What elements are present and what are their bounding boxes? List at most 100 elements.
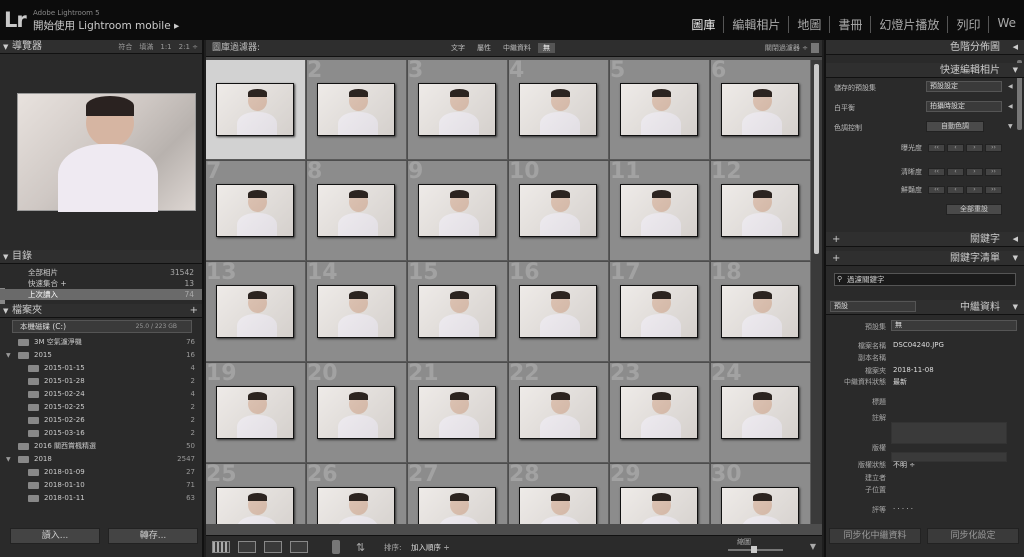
photo-thumbnail[interactable] <box>721 285 799 338</box>
module-map[interactable]: 地圖 <box>788 16 829 33</box>
folder-item[interactable]: 2015-01-28 2 <box>0 375 202 388</box>
metadata-field-value[interactable]: DSC04240.JPG <box>893 341 944 349</box>
thumbnail-cell[interactable]: 11 <box>610 161 710 261</box>
navigator-preview[interactable] <box>17 93 196 212</box>
filter-text[interactable]: 文字 <box>446 43 470 53</box>
folder-item[interactable]: 2016 關西賞楓精選 50 <box>0 440 202 453</box>
photo-thumbnail[interactable] <box>418 184 496 237</box>
photo-thumbnail[interactable] <box>216 386 294 439</box>
expand-triangle-icon[interactable]: ▼ <box>6 453 11 466</box>
photo-thumbnail[interactable] <box>519 285 597 338</box>
folder-item[interactable]: 3M 空氣濾淨機 76 <box>0 336 202 349</box>
photo-thumbnail[interactable] <box>317 386 395 439</box>
folder-item[interactable]: 2015-01-15 4 <box>0 362 202 375</box>
expand-triangle-icon[interactable]: ◀ <box>1008 83 1013 90</box>
histogram-header[interactable]: 色階分佈圖 ◀ <box>826 40 1024 55</box>
increase-large-button[interactable]: ›› <box>985 186 1002 194</box>
photo-thumbnail[interactable] <box>519 386 597 439</box>
thumbnail-cell[interactable]: 2 <box>307 60 407 160</box>
md-preset-dropdown[interactable]: 無 <box>891 320 1017 331</box>
lightroom-mobile-link[interactable]: 開始使用 Lightroom mobile ▸ <box>33 18 179 33</box>
decrease-button[interactable]: ‹ <box>947 168 964 176</box>
folders-header[interactable]: ▼ 檔案夾 + <box>0 304 202 318</box>
thumbnail-cell[interactable]: 7 <box>206 161 306 261</box>
navigator-header[interactable]: ▼ 導覽器 符合 填滿 1:1 2:1 ÷ <box>0 40 202 54</box>
photo-thumbnail[interactable] <box>721 83 799 136</box>
thumbnail-cell[interactable]: 23 <box>610 363 710 463</box>
thumbnail-cell[interactable]: 21 <box>408 363 508 463</box>
sort-dropdown[interactable]: 加入順序 ÷ <box>411 542 450 553</box>
sync-settings-button[interactable]: 同步化設定 <box>927 528 1019 544</box>
thumbnail-cell[interactable]: 14 <box>307 262 407 362</box>
add-keyword-icon[interactable]: + <box>832 232 840 247</box>
thumbnail-cell[interactable]: 19 <box>206 363 306 463</box>
photo-thumbnail[interactable] <box>721 184 799 237</box>
decrease-large-button[interactable]: ‹‹ <box>928 186 945 194</box>
expand-triangle-icon[interactable]: ▼ <box>6 349 11 362</box>
zoom-2-1[interactable]: 2:1 ÷ <box>179 40 198 54</box>
module-print[interactable]: 列印 <box>947 16 988 33</box>
sort-direction-icon[interactable]: ⇅ <box>356 541 365 554</box>
metadata-field-value[interactable]: 最新 <box>893 377 907 387</box>
decrease-large-button[interactable]: ‹‹ <box>928 144 945 152</box>
metadata-field-value[interactable]: 不明 ÷ <box>893 460 915 470</box>
module-web[interactable]: We <box>988 16 1024 33</box>
folder-item[interactable]: 2018-01-11 63 <box>0 492 202 505</box>
export-button[interactable]: 轉存... <box>108 528 198 544</box>
filter-none[interactable]: 無 <box>538 43 555 53</box>
lock-icon[interactable] <box>811 43 819 53</box>
photo-thumbnail[interactable] <box>620 285 698 338</box>
photo-thumbnail[interactable] <box>216 487 294 524</box>
add-keyword-icon[interactable]: + <box>832 251 840 266</box>
auto-tone-button[interactable]: 自動色調 <box>926 121 984 132</box>
grid-scrollbar[interactable] <box>811 60 822 524</box>
folder-item[interactable]: ▼ 2015 16 <box>0 349 202 362</box>
reset-all-button[interactable]: 全部重設 <box>946 204 1002 215</box>
sync-metadata-button[interactable]: 同步化中繼資料 <box>829 528 921 544</box>
thumbnail-cell[interactable]: 12 <box>711 161 811 261</box>
folder-item[interactable]: ▼ 2018 2547 <box>0 453 202 466</box>
photo-thumbnail[interactable] <box>317 184 395 237</box>
increase-button[interactable]: › <box>966 168 983 176</box>
metadata-text-area[interactable] <box>891 422 1007 444</box>
toolbar-menu-icon[interactable]: ▼ <box>810 542 816 551</box>
white-balance-dropdown[interactable]: 拍攝時設定 <box>926 101 1002 112</box>
keyword-filter-input[interactable]: ⚲ 過濾關鍵字 <box>834 273 1016 286</box>
photo-thumbnail[interactable] <box>519 487 597 524</box>
catalog-item-quick-collection[interactable]: 快速集合 + 13 <box>0 278 202 289</box>
photo-thumbnail[interactable] <box>216 83 294 136</box>
thumbnail-cell[interactable]: 4 <box>509 60 609 160</box>
grid-view-icon[interactable] <box>212 541 230 553</box>
filter-presets-dropdown[interactable]: 關閉過濾器 ÷ <box>765 40 808 57</box>
photo-thumbnail[interactable] <box>418 487 496 524</box>
volume-bar[interactable]: 本機磁碟 (C:) 25.0 / 223 GB <box>12 320 192 333</box>
photo-thumbnail[interactable] <box>519 184 597 237</box>
thumbnail-cell[interactable]: 25 <box>206 464 306 524</box>
expand-triangle-icon[interactable]: ▼ <box>1008 123 1013 130</box>
module-library[interactable]: 圖庫 <box>683 16 723 33</box>
thumbnail-cell[interactable]: 27 <box>408 464 508 524</box>
painter-icon[interactable] <box>332 540 340 554</box>
catalog-item-all[interactable]: 全部相片 31542 <box>0 267 202 278</box>
photo-thumbnail[interactable] <box>418 285 496 338</box>
thumbnail-cell[interactable]: 28 <box>509 464 609 524</box>
increase-large-button[interactable]: ›› <box>985 168 1002 176</box>
photo-thumbnail[interactable] <box>317 487 395 524</box>
photo-thumbnail[interactable] <box>721 386 799 439</box>
thumbnail-cell[interactable]: 3 <box>408 60 508 160</box>
metadata-header[interactable]: 預設 中繼資料 ▼ <box>826 300 1024 315</box>
thumbnail-size-knob[interactable] <box>751 546 757 553</box>
module-book[interactable]: 書冊 <box>829 16 870 33</box>
thumbnail-cell[interactable]: 26 <box>307 464 407 524</box>
increase-button[interactable]: › <box>966 186 983 194</box>
photo-thumbnail[interactable] <box>317 83 395 136</box>
zoom-1-1[interactable]: 1:1 <box>160 40 171 54</box>
metadata-field-value[interactable]: · · · · · <box>893 505 913 513</box>
folder-item[interactable]: 2015-02-24 4 <box>0 388 202 401</box>
compare-view-icon[interactable] <box>264 541 282 553</box>
increase-large-button[interactable]: ›› <box>985 144 1002 152</box>
filter-attribute[interactable]: 屬性 <box>472 43 496 53</box>
thumbnail-cell[interactable]: 8 <box>307 161 407 261</box>
decrease-large-button[interactable]: ‹‹ <box>928 168 945 176</box>
photo-thumbnail[interactable] <box>721 487 799 524</box>
